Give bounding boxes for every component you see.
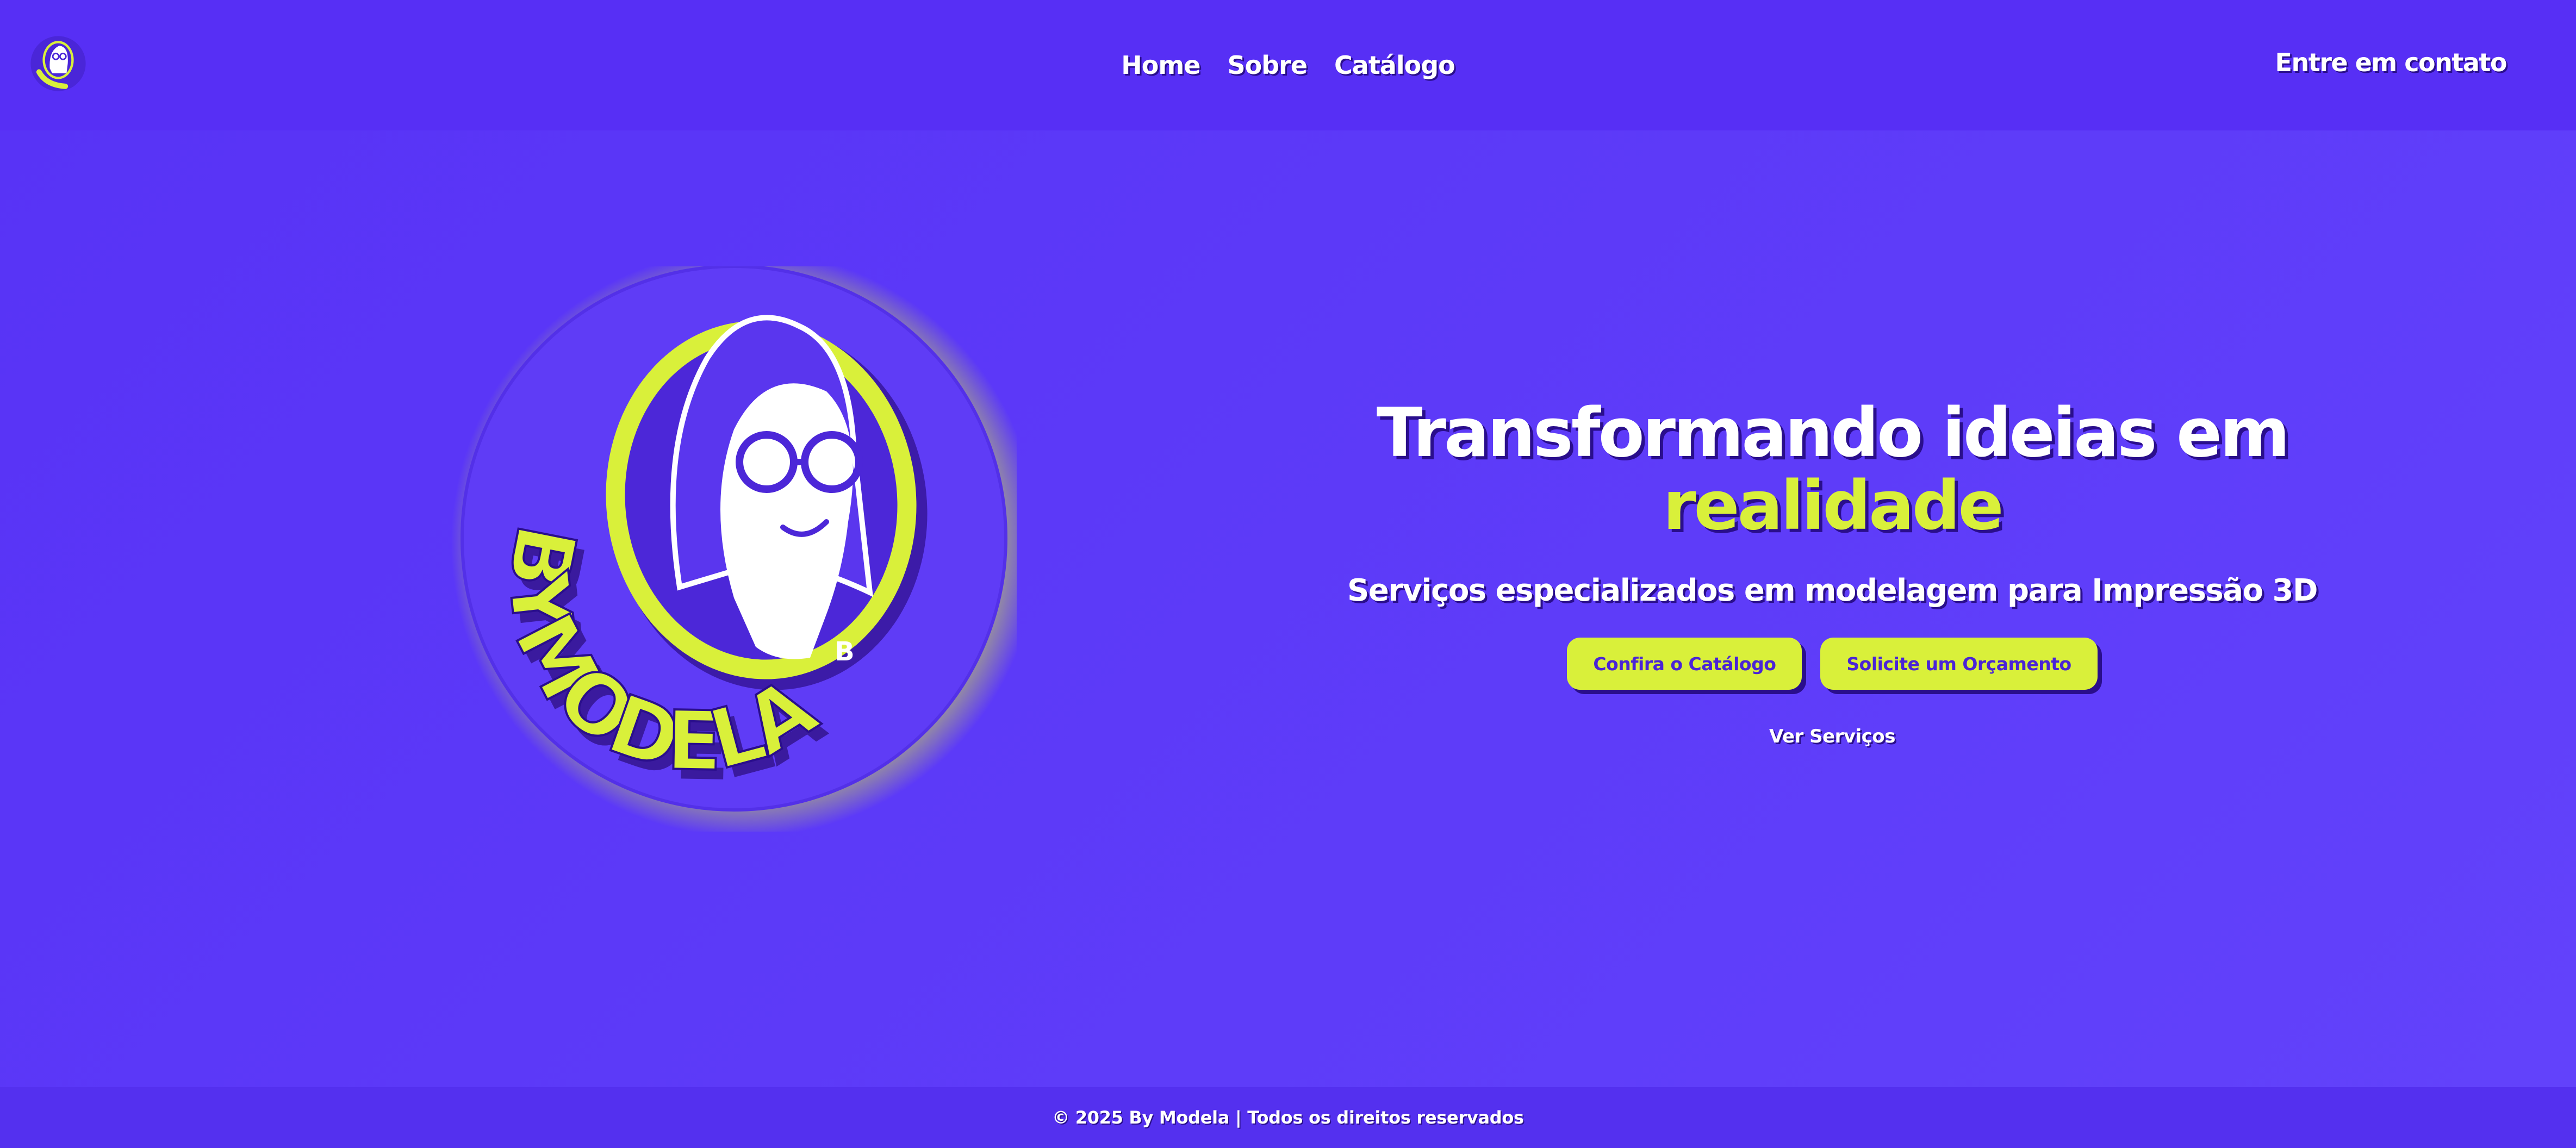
- hero-button-row: Confira o Catálogo Solicite um Orçamento: [1316, 638, 2349, 690]
- contact-link[interactable]: Entre em contato: [2275, 48, 2507, 77]
- footer-copyright: © 2025 By Modela | Todos os direitos res…: [1052, 1107, 1524, 1128]
- quote-button[interactable]: Solicite um Orçamento: [1820, 638, 2098, 690]
- services-link[interactable]: Ver Serviços: [1769, 726, 1896, 747]
- hero-title-line: Transformando ideias em: [1376, 394, 2290, 472]
- bymodela-hero-logo: B BYMODELA BYMODELA: [451, 266, 1017, 832]
- site-footer: © 2025 By Modela | Todos os direitos res…: [0, 1087, 2576, 1148]
- hero-section: B BYMODELA BYMODELA Transformando ideias…: [0, 130, 2576, 1087]
- nav-item-sobre[interactable]: Sobre: [1227, 51, 1308, 80]
- site-header: Home Sobre Catálogo Entre em contato: [0, 0, 2576, 130]
- hero-subtitle: Serviços especializados em modelagem par…: [1347, 573, 2318, 608]
- shirt-badge-letter: B: [835, 637, 855, 667]
- hero-title-accent: realidade: [1663, 467, 2003, 545]
- hero-title: Transformando ideias em realidade: [1316, 397, 2349, 542]
- catalog-button[interactable]: Confira o Catálogo: [1567, 638, 1802, 690]
- hero-text-block: Transformando ideias em realidade Serviç…: [1316, 397, 2349, 747]
- main-nav: Home Sobre Catálogo: [0, 0, 2576, 130]
- bymodela-logo-icon[interactable]: [28, 34, 88, 93]
- nav-item-home[interactable]: Home: [1121, 51, 1200, 80]
- nav-item-catalogo[interactable]: Catálogo: [1334, 51, 1455, 80]
